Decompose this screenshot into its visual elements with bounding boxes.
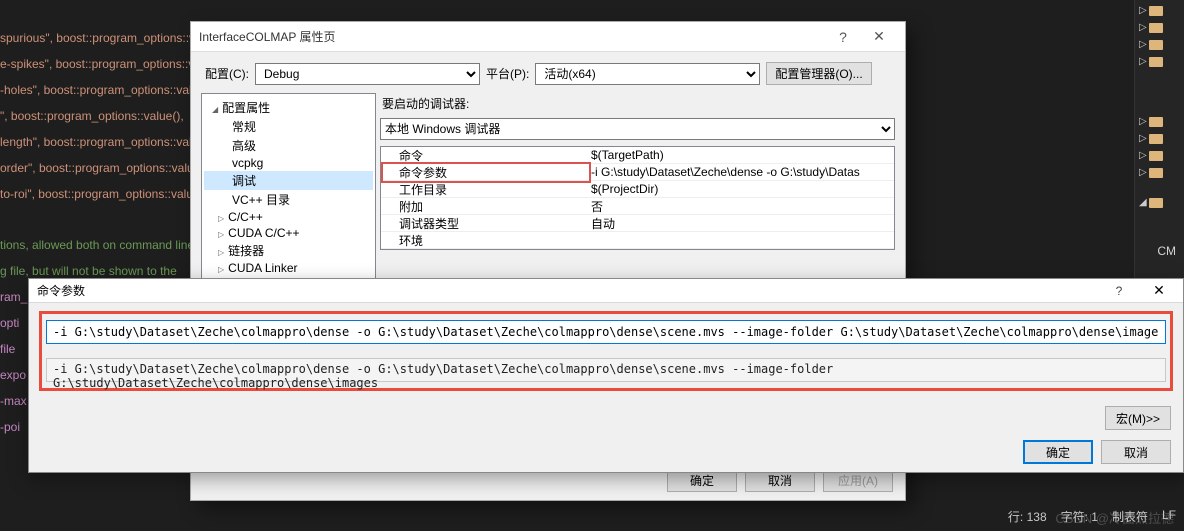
tree-item-linker[interactable]: 链接器 bbox=[204, 241, 373, 260]
tree-item-debug[interactable]: 调试 bbox=[204, 171, 373, 190]
help-icon[interactable]: ? bbox=[1099, 284, 1139, 298]
prop-val[interactable]: 否 bbox=[591, 198, 894, 215]
section-label: 要启动的调试器: bbox=[382, 95, 895, 112]
macro-button[interactable]: 宏(M)>> bbox=[1105, 406, 1171, 430]
tree-item-vcpkg[interactable]: vcpkg bbox=[204, 155, 373, 171]
folder-icon[interactable]: ▷ bbox=[1149, 115, 1167, 129]
config-label: 配置(C): bbox=[205, 65, 249, 82]
platform-label: 平台(P): bbox=[486, 65, 529, 82]
prop-key: 附加 bbox=[381, 198, 591, 215]
folder-icon[interactable]: ▷ bbox=[1149, 55, 1167, 69]
tree-item-ccpp[interactable]: C/C++ bbox=[204, 209, 373, 225]
solution-explorer-strip: ▷ ▷ ▷ ▷ ▷ ▷ ▷ ▷ ◢ bbox=[1134, 0, 1184, 278]
command-args-input[interactable] bbox=[46, 320, 1166, 344]
platform-select[interactable]: 活动(x64) bbox=[535, 63, 760, 85]
folder-icon[interactable]: ▷ bbox=[1149, 21, 1167, 35]
prop-key-command-args: 命令参数 bbox=[381, 162, 591, 183]
folder-icon[interactable]: ▷ bbox=[1149, 132, 1167, 146]
watermark: CSDN @冷面杰拉德 bbox=[1055, 508, 1174, 527]
folder-icon[interactable]: ▷ bbox=[1149, 38, 1167, 52]
tree-root[interactable]: 配置属性 bbox=[204, 98, 373, 117]
dialog2-title: 命令参数 bbox=[33, 282, 1099, 299]
status-line: 行: 138 bbox=[1008, 508, 1047, 525]
tree-item-general[interactable]: 常规 bbox=[204, 117, 373, 136]
config-manager-button[interactable]: 配置管理器(O)... bbox=[766, 62, 871, 85]
prop-val[interactable]: $(ProjectDir) bbox=[591, 182, 894, 196]
dialog-titlebar: InterfaceCOLMAP 属性页 ? ✕ bbox=[191, 22, 905, 52]
tree-item-vcdirs[interactable]: VC++ 目录 bbox=[204, 190, 373, 209]
folder-label: CM bbox=[1157, 244, 1176, 258]
prop-val[interactable]: -i G:\study\Dataset\Zeche\dense -o G:\st… bbox=[591, 165, 894, 179]
dialog-title: InterfaceCOLMAP 属性页 bbox=[199, 28, 825, 45]
help-icon[interactable]: ? bbox=[825, 29, 861, 45]
prop-val[interactable]: 自动 bbox=[591, 215, 894, 232]
debugger-select[interactable]: 本地 Windows 调试器 bbox=[380, 118, 895, 140]
prop-key: 工作目录 bbox=[381, 181, 591, 198]
close-icon[interactable]: ✕ bbox=[861, 28, 897, 45]
config-row: 配置(C): Debug 平台(P): 活动(x64) 配置管理器(O)... bbox=[191, 52, 905, 93]
highlighted-frame: -i G:\study\Dataset\Zeche\colmappro\dens… bbox=[39, 311, 1173, 391]
ok-button[interactable]: 确定 bbox=[1023, 440, 1093, 464]
tree-item-advanced[interactable]: 高级 bbox=[204, 136, 373, 155]
prop-key: 环境 bbox=[381, 232, 591, 249]
close-icon[interactable]: ✕ bbox=[1139, 282, 1179, 299]
folder-icon[interactable]: ◢ bbox=[1149, 196, 1167, 210]
command-args-preview: -i G:\study\Dataset\Zeche\colmappro\dens… bbox=[46, 358, 1166, 382]
prop-key: 调试器类型 bbox=[381, 215, 591, 232]
folder-icon[interactable]: ▷ bbox=[1149, 4, 1167, 18]
folder-icon[interactable]: ▷ bbox=[1149, 149, 1167, 163]
tree-item-cudaccpp[interactable]: CUDA C/C++ bbox=[204, 225, 373, 241]
cancel-button[interactable]: 取消 bbox=[1101, 440, 1171, 464]
property-grid[interactable]: 命令$(TargetPath) 命令参数-i G:\study\Dataset\… bbox=[380, 146, 895, 250]
tree-item-cudalinker[interactable]: CUDA Linker bbox=[204, 260, 373, 276]
config-select[interactable]: Debug bbox=[255, 63, 480, 85]
folder-icon[interactable]: ▷ bbox=[1149, 166, 1167, 180]
prop-val[interactable]: $(TargetPath) bbox=[591, 148, 894, 162]
command-args-dialog: 命令参数 ? ✕ -i G:\study\Dataset\Zeche\colma… bbox=[28, 278, 1184, 473]
